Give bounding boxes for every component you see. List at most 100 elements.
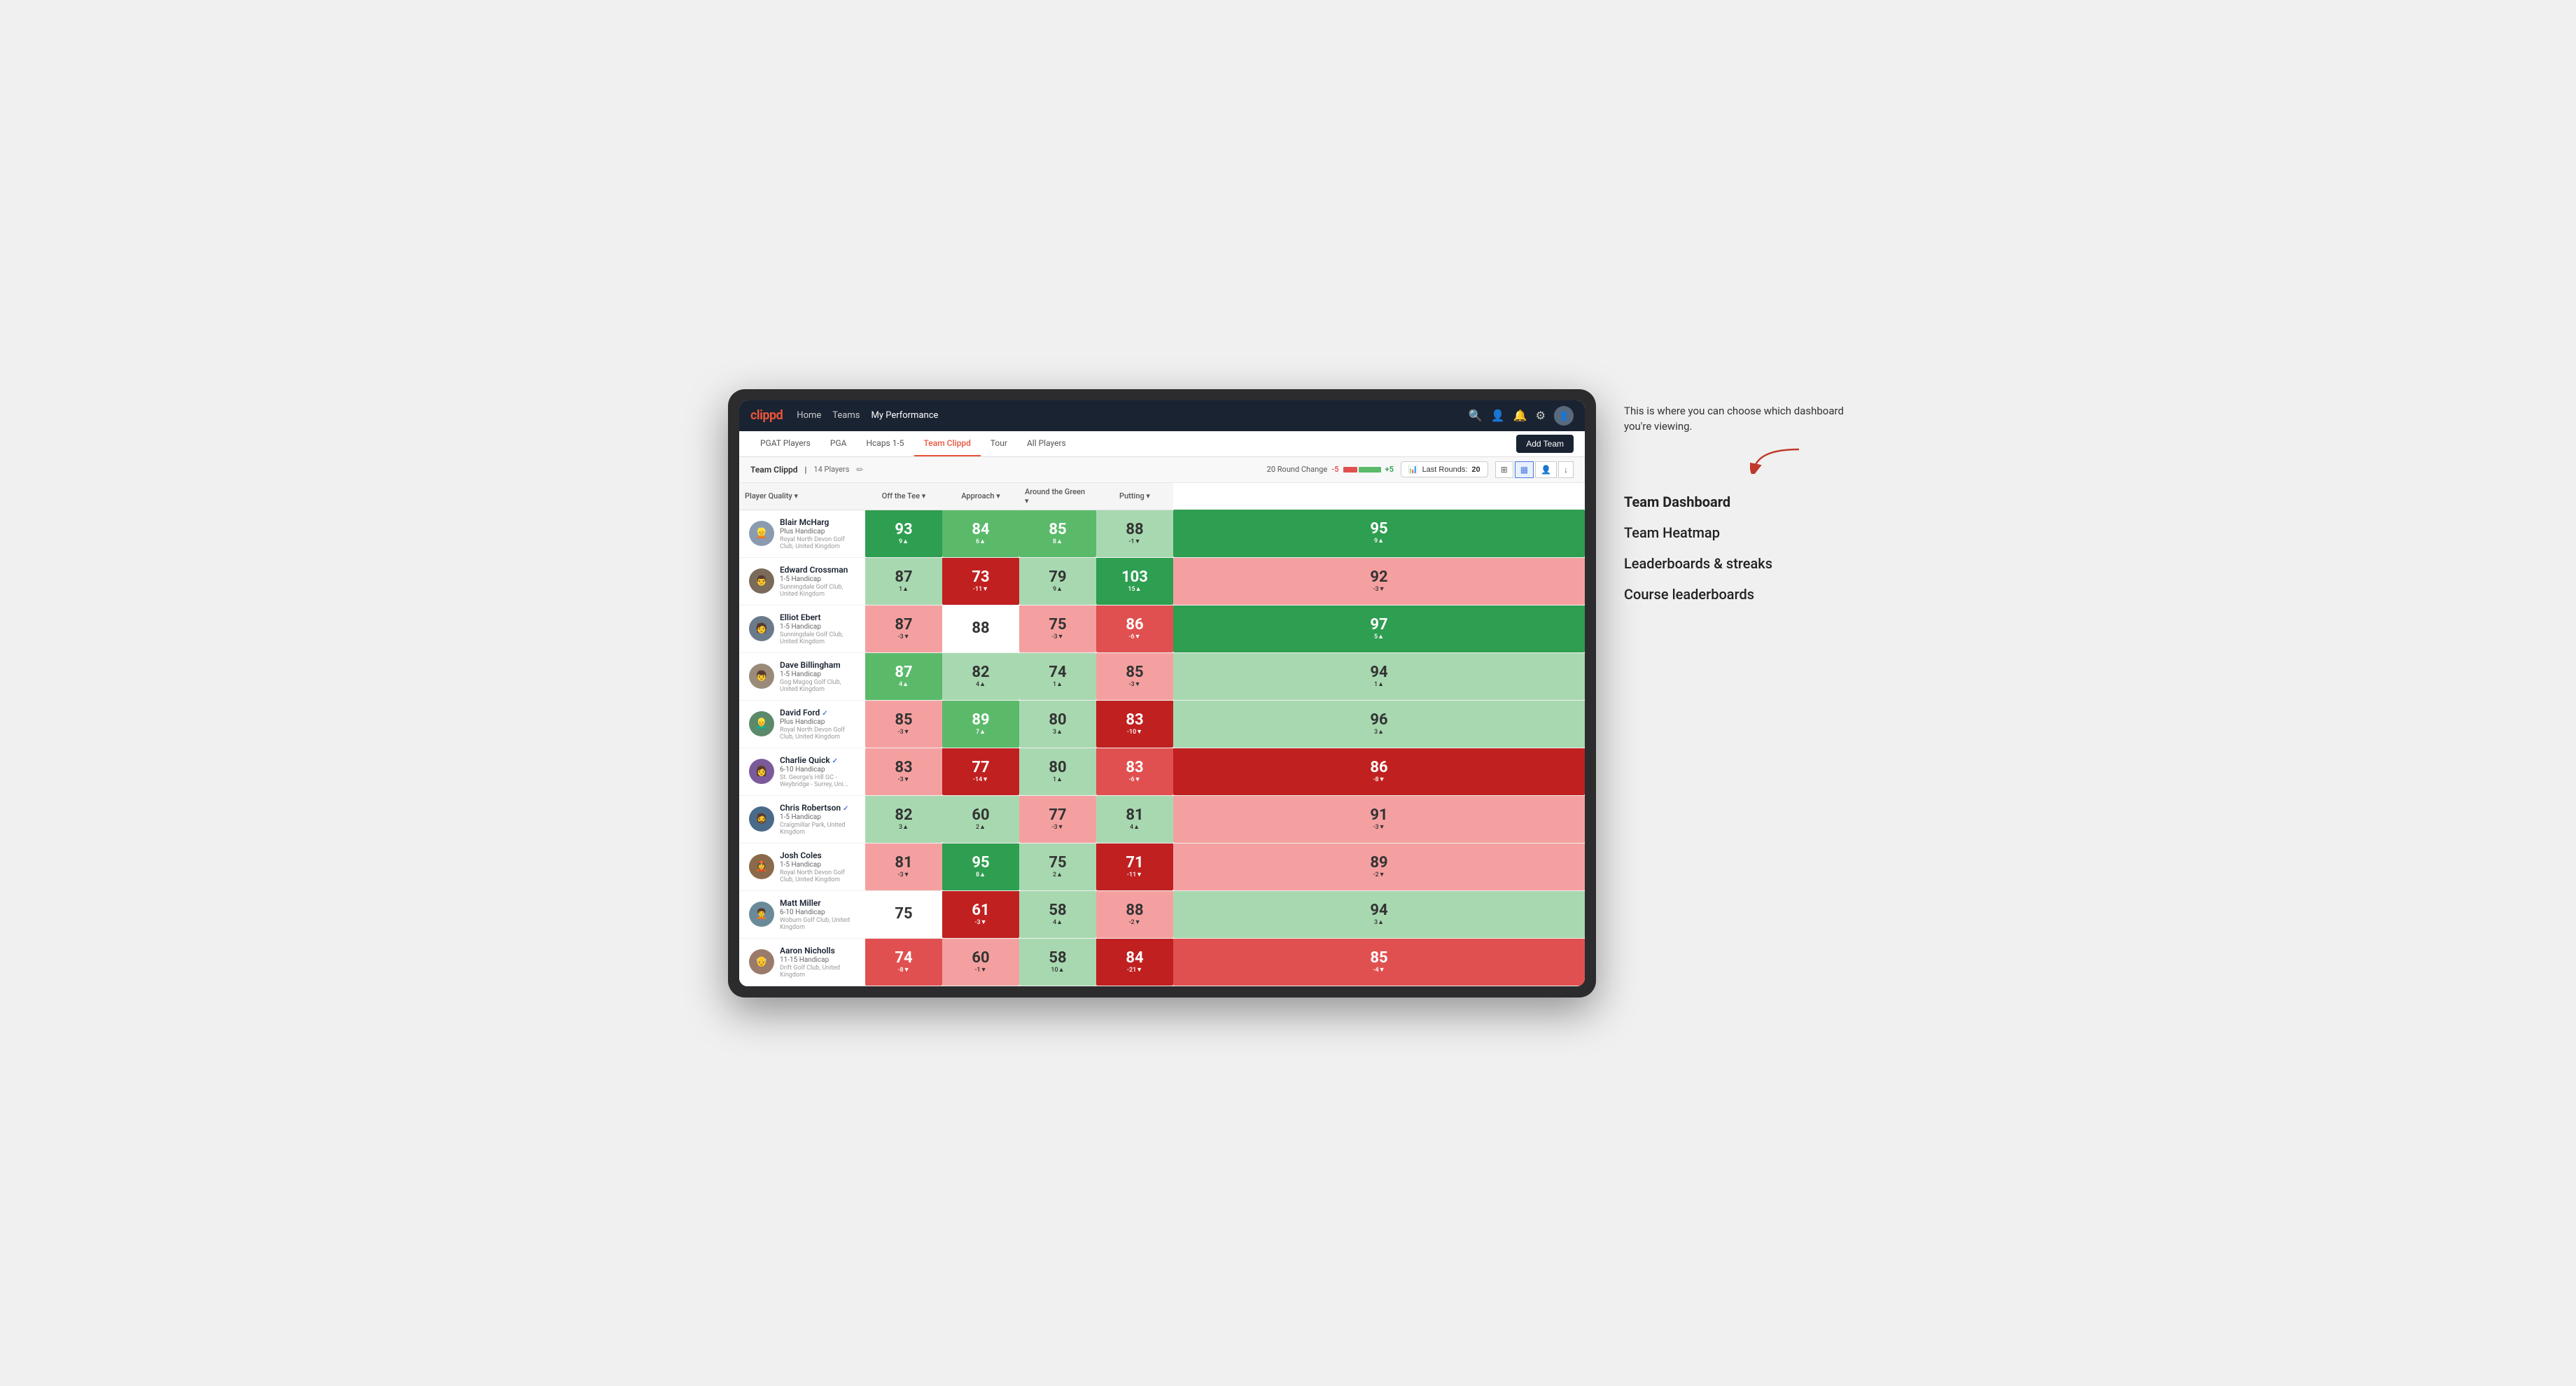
score-value: 83 [1126, 713, 1143, 728]
th-player-quality[interactable]: Player Quality ▾ [739, 483, 865, 510]
player-info: Blair McHarg Plus Handicap Royal North D… [780, 517, 855, 550]
table-row[interactable]: 👩 Charlie Quick ✓ 6-10 Handicap St. Geor… [739, 748, 1585, 795]
th-putting[interactable]: Putting ▾ [1096, 483, 1173, 510]
score-cell-quality: 87 -3▼ [865, 605, 942, 652]
score-value: 88 [1126, 903, 1143, 918]
score-value: 85 [1126, 665, 1143, 680]
player-cell-5[interactable]: 👩 Charlie Quick ✓ 6-10 Handicap St. Geor… [739, 748, 865, 795]
heatmap-table: Player Quality ▾ Off the Tee ▾ Appro [739, 483, 1585, 986]
tablet-frame: clippd Home Teams My Performance 🔍 👤 🔔 ⚙… [728, 389, 1596, 997]
score-change: 1▲ [1053, 680, 1063, 688]
edit-icon[interactable]: ✏ [856, 465, 863, 475]
score-change: -3▼ [897, 633, 909, 640]
player-cell-2[interactable]: 🧑 Elliot Ebert 1-5 Handicap Sunningdale … [739, 605, 865, 652]
score-change: -11▼ [973, 585, 988, 593]
table-row[interactable]: 👱‍♂️ David Ford ✓ Plus Handicap Royal No… [739, 700, 1585, 748]
player-cell-6[interactable]: 🧔 Chris Robertson ✓ 1-5 Handicap Craigmi… [739, 795, 865, 843]
view-heatmap-btn[interactable]: ▦ [1515, 461, 1534, 478]
table-row[interactable]: 🧔 Chris Robertson ✓ 1-5 Handicap Craigmi… [739, 795, 1585, 843]
menu-item-team-heatmap[interactable]: Team Heatmap [1624, 522, 1848, 544]
score-cell-tee: 60 2▲ [942, 795, 1019, 843]
score-cell-around-green: 103 15▲ [1096, 557, 1173, 605]
table-row[interactable]: 👲 Josh Coles 1-5 Handicap Royal North De… [739, 843, 1585, 890]
score-change: -11▼ [1127, 871, 1142, 878]
settings-icon[interactable]: ⚙ [1536, 409, 1546, 422]
score-cell-around-green: 88 -1▼ [1096, 510, 1173, 557]
menu-item-team-dashboard[interactable]: Team Dashboard [1624, 491, 1848, 513]
table-row[interactable]: 🧑 Elliot Ebert 1-5 Handicap Sunningdale … [739, 605, 1585, 652]
search-icon[interactable]: 🔍 [1469, 409, 1483, 422]
score-change: 4▲ [1130, 823, 1140, 831]
nav-teams[interactable]: Teams [832, 407, 860, 424]
user-icon[interactable]: 👤 [1491, 409, 1505, 422]
table-row[interactable]: 👦 Dave Billingham 1-5 Handicap Gog Magog… [739, 652, 1585, 700]
table-row[interactable]: 🧑‍🦱 Matt Miller 6-10 Handicap Woburn Gol… [739, 890, 1585, 938]
th-putting-label: Putting ▾ [1119, 491, 1150, 500]
bell-icon[interactable]: 🔔 [1513, 409, 1527, 422]
table-row[interactable]: 👨 Edward Crossman 1-5 Handicap Sunningda… [739, 557, 1585, 605]
player-handicap: 1-5 Handicap [780, 671, 855, 678]
score-cell-quality: 82 3▲ [865, 795, 942, 843]
nav-home[interactable]: Home [797, 407, 821, 424]
tab-team-clippd[interactable]: Team Clippd [914, 431, 981, 456]
score-cell-approach: 75 2▲ [1019, 843, 1096, 890]
add-team-button[interactable]: Add Team [1516, 435, 1574, 453]
score-change: 10▲ [1051, 966, 1064, 974]
player-club: Sunningdale Golf Club, United Kingdom [780, 631, 855, 645]
tab-pga[interactable]: PGA [820, 431, 857, 456]
score-change: 2▲ [976, 823, 986, 831]
score-change: 3▲ [899, 823, 909, 831]
score-value: 60 [972, 808, 989, 823]
tab-tour[interactable]: Tour [981, 431, 1017, 456]
view-grid-btn[interactable]: ⊞ [1495, 461, 1513, 478]
player-name: Josh Coles [780, 850, 855, 860]
tab-pgat-players[interactable]: PGAT Players [750, 431, 820, 456]
score-cell-approach: 58 10▲ [1019, 938, 1096, 986]
tablet-screen: clippd Home Teams My Performance 🔍 👤 🔔 ⚙… [739, 400, 1585, 986]
score-cell-putting: 85 -4▼ [1173, 938, 1585, 986]
view-download-btn[interactable]: ↓ [1558, 461, 1574, 478]
score-change: -3▼ [974, 918, 986, 926]
last-rounds-button[interactable]: 📊 Last Rounds: 20 [1401, 461, 1488, 477]
tab-hcaps[interactable]: Hcaps 1-5 [856, 431, 913, 456]
th-approach[interactable]: Approach ▾ [942, 483, 1019, 510]
score-change: -8▼ [1373, 776, 1385, 783]
player-avatar: 🧑‍🦱 [749, 902, 774, 927]
player-info: Aaron Nicholls 11-15 Handicap Drift Golf… [780, 946, 855, 979]
player-cell-3[interactable]: 👦 Dave Billingham 1-5 Handicap Gog Magog… [739, 652, 865, 700]
score-cell-putting: 86 -8▼ [1173, 748, 1585, 795]
last-rounds-label: Last Rounds: [1422, 465, 1468, 474]
player-club: Royal North Devon Golf Club, United King… [780, 869, 855, 883]
player-cell-1[interactable]: 👨 Edward Crossman 1-5 Handicap Sunningda… [739, 557, 865, 605]
score-change: 9▲ [1053, 585, 1063, 593]
table-row[interactable]: 👴 Aaron Nicholls 11-15 Handicap Drift Go… [739, 938, 1585, 986]
score-value: 77 [972, 760, 989, 776]
menu-item-course-leaderboards[interactable]: Course leaderboards [1624, 583, 1848, 606]
score-value: 73 [972, 570, 989, 585]
th-player-quality-label: Player Quality ▾ [745, 491, 798, 500]
player-count: 14 Players [813, 465, 849, 474]
user-avatar-nav[interactable]: 👤 [1554, 406, 1574, 426]
score-change: -14▼ [973, 776, 988, 783]
score-cell-quality: 93 9▲ [865, 510, 942, 557]
score-change: 9▲ [899, 538, 909, 545]
score-cell-tee: 77 -14▼ [942, 748, 1019, 795]
player-cell-9[interactable]: 👴 Aaron Nicholls 11-15 Handicap Drift Go… [739, 938, 865, 986]
player-cell-7[interactable]: 👲 Josh Coles 1-5 Handicap Royal North De… [739, 843, 865, 890]
round-change-section: 20 Round Change -5 +5 [1267, 465, 1394, 474]
score-value: 87 [895, 665, 912, 680]
th-around-green[interactable]: Around the Green ▾ [1019, 483, 1096, 510]
nav-my-performance[interactable]: My Performance [871, 407, 938, 424]
player-info: Charlie Quick ✓ 6-10 Handicap St. George… [780, 755, 855, 788]
player-avatar: 👦 [749, 664, 774, 689]
th-off-tee[interactable]: Off the Tee ▾ [865, 483, 942, 510]
table-row[interactable]: 👱 Blair McHarg Plus Handicap Royal North… [739, 510, 1585, 557]
menu-item-leaderboards[interactable]: Leaderboards & streaks [1624, 552, 1848, 575]
logo[interactable]: clippd [750, 408, 783, 423]
tab-all-players[interactable]: All Players [1017, 431, 1076, 456]
view-person-btn[interactable]: 👤 [1535, 461, 1557, 478]
score-value: 84 [972, 522, 989, 538]
player-cell-8[interactable]: 🧑‍🦱 Matt Miller 6-10 Handicap Woburn Gol… [739, 890, 865, 938]
player-cell-4[interactable]: 👱‍♂️ David Ford ✓ Plus Handicap Royal No… [739, 700, 865, 748]
player-cell-0[interactable]: 👱 Blair McHarg Plus Handicap Royal North… [739, 510, 865, 557]
